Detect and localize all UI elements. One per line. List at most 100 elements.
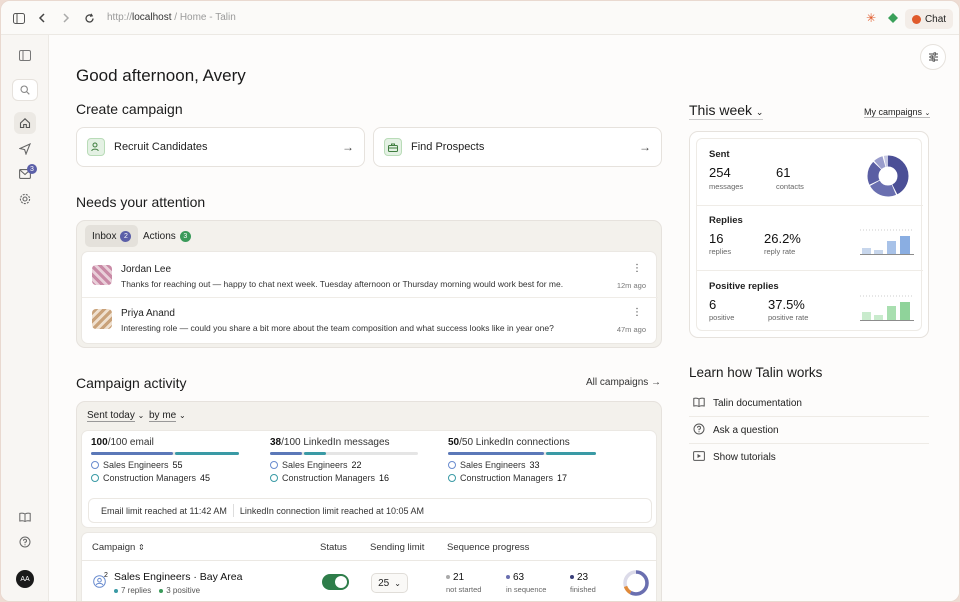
this-week-label: This week — [689, 102, 753, 118]
back-icon[interactable] — [34, 10, 50, 26]
tab-inbox-label: Inbox — [92, 230, 117, 242]
user-avatar[interactable]: AA — [16, 570, 34, 588]
limit-row: Sales Engineers 33 — [448, 460, 648, 470]
campaign-header-label: Campaign — [92, 542, 136, 553]
all-campaigns-link[interactable]: All campaigns → — [586, 377, 661, 388]
reload-icon[interactable] — [81, 10, 97, 26]
actions-count-badge: 3 — [179, 230, 191, 242]
extension-sparkle-icon[interactable]: ✳ — [863, 10, 879, 26]
replies-label: replies — [709, 247, 732, 256]
find-prospects-card[interactable]: Find Prospects → — [373, 127, 662, 167]
learn-tutorials-link[interactable]: Show tutorials — [689, 444, 929, 471]
avatar — [92, 309, 112, 329]
positive-value: 6 — [709, 297, 717, 312]
arrow-right-icon: → — [651, 377, 662, 388]
campaign-table-header: Campaign ⇕ Status Sending limit Sequence… — [81, 532, 657, 560]
url-scheme: http:// — [107, 12, 133, 23]
forward-icon[interactable] — [58, 10, 74, 26]
more-options-icon[interactable]: ⋮ — [632, 263, 642, 274]
sent-today-dropdown[interactable]: Sent today ⌄ — [87, 410, 144, 422]
limit-row-label: Sales Engineers — [103, 460, 169, 470]
preferences-sliders-button[interactable] — [920, 44, 946, 70]
linkedin-connections-total: /50 LinkedIn connections — [459, 437, 570, 448]
sent-messages-value: 254 — [709, 165, 731, 180]
sent-contacts-label: contacts — [776, 182, 804, 191]
table-row[interactable]: 2 Sales Engineers · Bay Area 7 replies 3… — [81, 560, 657, 601]
message-item[interactable]: Priya Anand Interesting role — could you… — [82, 298, 658, 342]
in-sequence-value: 63 — [513, 572, 525, 583]
sent-title: Sent — [709, 149, 730, 160]
send-icon[interactable] — [14, 138, 36, 160]
learn-ask-label: Ask a question — [713, 424, 779, 436]
search-icon[interactable] — [12, 79, 38, 101]
chat-icon — [911, 14, 921, 24]
sending-limit-select[interactable]: 25 ⌄ — [371, 573, 408, 593]
positive-label: positive — [709, 313, 735, 322]
replies-count: 7 replies — [121, 586, 152, 595]
limit-row: Construction Managers 45 — [91, 473, 251, 483]
sliders-icon — [928, 52, 938, 62]
arrow-right-icon: → — [639, 140, 651, 154]
positive-rate-label: positive rate — [768, 313, 809, 322]
home-icon[interactable] — [14, 112, 36, 134]
limit-row-count: 16 — [379, 473, 390, 483]
all-campaigns-label: All campaigns — [586, 377, 649, 388]
video-icon — [693, 451, 705, 464]
sidebar-toggle-icon[interactable] — [11, 10, 27, 26]
positive-replies-title: Positive replies — [709, 281, 779, 292]
recruit-candidates-card[interactable]: Recruit Candidates → — [76, 127, 365, 167]
learn-docs-link[interactable]: Talin documentation — [689, 390, 929, 417]
message-time: 47m ago — [616, 325, 646, 334]
sequence-progress-column-header: Sequence progress — [447, 542, 530, 553]
sending-limits: 100/100 email Sales Engineers 55 Construc… — [81, 430, 657, 528]
help-icon[interactable] — [14, 531, 36, 553]
positive-count: 3 positive — [166, 586, 201, 595]
arrow-right-icon: → — [342, 140, 354, 154]
replies-value: 16 — [709, 231, 724, 246]
in-sequence-label: in sequence — [506, 585, 547, 594]
reply-rate-label: reply rate — [764, 247, 796, 256]
linkedin-messages-limit: 38/100 LinkedIn messages Sales Engineers… — [270, 437, 430, 483]
sent-messages-label: messages — [709, 182, 744, 191]
my-campaigns-dropdown[interactable]: My campaigns ⌄ — [864, 107, 931, 118]
learn-tutorials-label: Show tutorials — [713, 452, 776, 463]
linkedin-messages-used: 38 — [270, 437, 282, 448]
linkedin-messages-total: /100 LinkedIn messages — [281, 437, 390, 448]
finished-stat: 23 finished — [570, 572, 596, 594]
ring-icon — [91, 461, 99, 469]
learn-docs-label: Talin documentation — [713, 397, 802, 409]
learn-ask-link[interactable]: Ask a question — [689, 417, 929, 444]
message-item[interactable]: Jordan Lee Thanks for reaching out — hap… — [82, 254, 658, 298]
mail-badge: 3 — [27, 164, 37, 174]
email-total: /100 email — [107, 437, 154, 448]
campaign-name[interactable]: Sales Engineers · Bay Area — [114, 571, 242, 583]
by-me-dropdown[interactable]: by me ⌄ — [149, 410, 186, 422]
my-campaigns-label: My campaigns — [864, 107, 923, 117]
tab-actions-label: Actions — [143, 230, 176, 242]
docs-book-icon[interactable] — [14, 506, 36, 528]
tab-actions[interactable]: Actions 3 — [136, 225, 198, 247]
campaign-badge-count: 2 — [104, 572, 108, 579]
limit-row-label: Sales Engineers — [460, 460, 526, 470]
more-options-icon[interactable]: ⋮ — [632, 307, 642, 318]
chat-button[interactable]: Chat — [905, 9, 953, 29]
sending-limit-column-header: Sending limit — [370, 542, 425, 553]
extension-diamond-icon[interactable] — [885, 10, 901, 26]
recruit-candidates-label: Recruit Candidates — [114, 141, 208, 153]
sequence-progress-ring — [623, 570, 649, 596]
weekly-stats-inner: Sent 254 messages 61 contacts Replies 16… — [696, 138, 923, 331]
campaign-status-toggle[interactable] — [322, 574, 349, 590]
tab-inbox[interactable]: Inbox 2 — [85, 225, 139, 247]
this-week-dropdown[interactable]: This week ⌄ — [689, 102, 764, 120]
sent-contacts-value: 61 — [776, 165, 791, 180]
collapse-sidebar-icon[interactable] — [14, 44, 36, 66]
campaign-column-header[interactable]: Campaign ⇕ — [92, 542, 145, 553]
limit-row: Construction Managers 17 — [448, 473, 648, 483]
email-limit-notice: Email limit reached at 11:42 AM — [101, 505, 227, 516]
settings-gear-icon[interactable] — [14, 188, 36, 210]
limit-row-label: Sales Engineers — [282, 460, 348, 470]
chevron-down-icon: ⌄ — [394, 578, 401, 588]
not-started-stat: 21 not started — [446, 572, 481, 594]
learn-heading: Learn how Talin works — [689, 365, 823, 380]
address-bar[interactable]: http://localhost / Home - Talin — [107, 12, 236, 23]
